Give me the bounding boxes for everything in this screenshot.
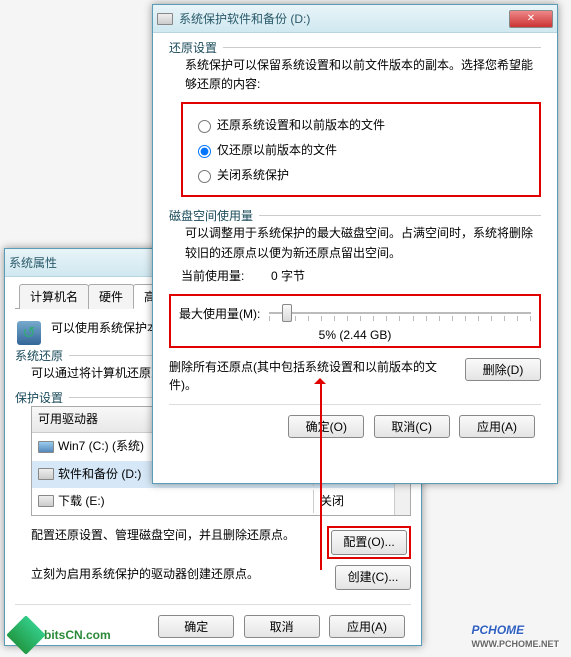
- watermark-left: bitsCN.com: [12, 621, 111, 649]
- radio-disable[interactable]: 关闭系统保护: [193, 162, 529, 187]
- drive-icon: [38, 441, 54, 453]
- restore-radio-group: 还原系统设置和以前版本的文件 仅还原以前版本的文件 关闭系统保护: [181, 102, 541, 197]
- slider-thumb[interactable]: [282, 304, 292, 322]
- drive-icon: [157, 13, 173, 25]
- tab-computer-name[interactable]: 计算机名: [19, 284, 89, 309]
- drive-icon: [38, 495, 54, 507]
- delete-text: 删除所有还原点(其中包括系统设置和以前版本的文件)。: [169, 358, 465, 394]
- cancel-button[interactable]: 取消(C): [374, 415, 450, 438]
- create-text: 立刻为启用系统保护的驱动器创建还原点。: [31, 565, 335, 583]
- restore-intro: 系统保护可以保留系统设置和以前文件版本的副本。选择您希望能够还原的内容:: [169, 56, 541, 94]
- ok-button[interactable]: 确定(O): [288, 415, 364, 438]
- disk-usage-intro: 可以调整用于系统保护的最大磁盘空间。占满空间时，系统将删除较旧的还原点以便为新还…: [169, 224, 541, 262]
- radio-restore-all[interactable]: 还原系统设置和以前版本的文件: [193, 112, 529, 137]
- close-button[interactable]: ✕: [509, 10, 553, 28]
- titlebar[interactable]: 系统保护软件和备份 (D:) ✕: [153, 5, 557, 33]
- logo-icon: [6, 615, 46, 655]
- max-usage-area: 最大使用量(M): 5% (2.44 GB): [169, 294, 541, 348]
- table-row[interactable]: 下载 (E:) 关闭: [32, 488, 394, 515]
- max-usage-label: 最大使用量(M):: [179, 305, 269, 322]
- restore-settings-head: 还原设置: [169, 39, 223, 56]
- create-button[interactable]: 创建(C)...: [335, 565, 411, 590]
- max-usage-slider[interactable]: [269, 302, 531, 326]
- apply-button[interactable]: 应用(A): [329, 615, 405, 638]
- disk-usage-head: 磁盘空间使用量: [169, 207, 259, 224]
- watermark-right: PCHOME WWW.PCHOME.NET: [472, 618, 560, 649]
- section-restore-head: 系统还原: [15, 347, 69, 364]
- window-title: 系统保护软件和备份 (D:): [179, 10, 508, 27]
- drive-icon: [38, 468, 54, 480]
- tab-hardware[interactable]: 硬件: [88, 284, 134, 309]
- radio-restore-files[interactable]: 仅还原以前版本的文件: [193, 137, 529, 162]
- system-protection-dialog: 系统保护软件和备份 (D:) ✕ 还原设置 系统保护可以保留系统设置和以前文件版…: [152, 4, 558, 484]
- current-usage-label: 当前使用量:: [181, 267, 271, 284]
- section-protect-head: 保护设置: [15, 389, 69, 406]
- system-protection-icon: [15, 319, 43, 347]
- ok-button[interactable]: 确定: [158, 615, 234, 638]
- delete-button[interactable]: 删除(D): [465, 358, 541, 381]
- slider-value-text: 5% (2.44 GB): [179, 328, 531, 342]
- current-usage-value: 0 字节: [271, 267, 305, 284]
- configure-button[interactable]: 配置(O)...: [331, 530, 407, 555]
- cancel-button[interactable]: 取消: [244, 615, 320, 638]
- apply-button[interactable]: 应用(A): [459, 415, 535, 438]
- configure-text: 配置还原设置、管理磁盘空间，并且删除还原点。: [31, 526, 327, 544]
